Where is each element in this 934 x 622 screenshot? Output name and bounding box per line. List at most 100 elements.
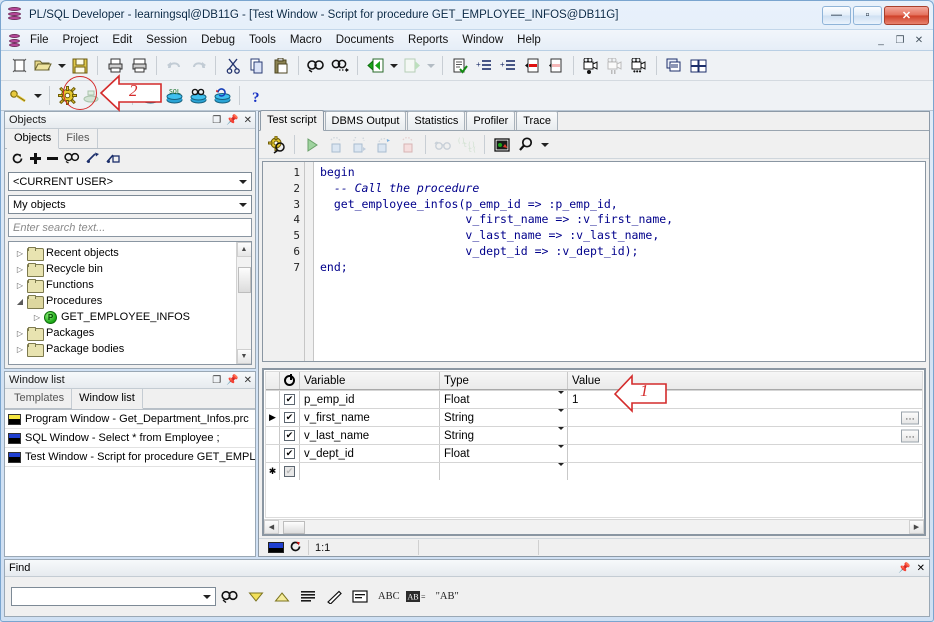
close-button[interactable]: ✕ xyxy=(884,5,929,25)
scroll-left-icon[interactable]: ◀ xyxy=(264,520,279,534)
expander-icon[interactable]: ◢ xyxy=(13,297,27,306)
menu-item-documents[interactable]: Documents xyxy=(329,32,401,48)
cell-value[interactable]: 1 xyxy=(568,391,922,408)
pin-icon[interactable]: 📌 xyxy=(898,563,910,574)
variables-grid[interactable]: Variable Type Value p_emp_id Float xyxy=(262,368,926,536)
row-enabled-checkbox[interactable] xyxy=(280,463,300,480)
tab-dbms-output[interactable]: DBMS Output xyxy=(324,111,407,130)
find-object-icon[interactable] xyxy=(64,152,80,167)
match-case-icon[interactable]: ABC xyxy=(374,586,404,608)
menu-item-edit[interactable]: Edit xyxy=(105,32,139,48)
run-icon[interactable] xyxy=(300,133,324,157)
indent-icon[interactable]: + xyxy=(472,54,496,78)
chevron-down-icon[interactable] xyxy=(557,427,565,442)
breakpoint-margin[interactable] xyxy=(305,162,314,361)
tree-node-get-employee-infos[interactable]: ▷ P GET_EMPLOYEE_INFOS xyxy=(13,309,251,325)
scroll-down-icon[interactable]: ▼ xyxy=(236,349,251,364)
row-enabled-checkbox[interactable] xyxy=(280,391,300,408)
scrollbar-thumb[interactable] xyxy=(283,520,305,534)
expander-icon[interactable]: ▷ xyxy=(13,265,27,274)
cell-value[interactable]: … xyxy=(568,409,922,426)
open-icon[interactable] xyxy=(31,54,55,78)
filter-icon[interactable] xyxy=(86,152,100,167)
code-editor[interactable]: 1 2 3 4 5 6 7 begin -- Call the procedur… xyxy=(262,161,926,362)
code-text-area[interactable]: begin -- Call the procedure get_employee… xyxy=(314,162,925,361)
logon-key-icon[interactable] xyxy=(7,84,31,108)
scrollbar-thumb[interactable] xyxy=(237,267,251,293)
lock-filter-icon[interactable] xyxy=(106,152,120,167)
syntax-check-icon[interactable] xyxy=(448,54,472,78)
pin-icon[interactable]: 📌 xyxy=(226,115,238,126)
expander-icon[interactable]: ▷ xyxy=(13,345,27,354)
tree-node-recent-objects[interactable]: ▷ Recent objects xyxy=(13,245,251,261)
record-macro-icon[interactable] xyxy=(579,54,603,78)
object-scope-select[interactable]: My objects xyxy=(8,195,252,214)
cell-value[interactable]: … xyxy=(568,427,922,444)
tile-windows-icon[interactable] xyxy=(686,54,710,78)
help-question-icon[interactable]: ? xyxy=(245,84,269,108)
explain-plan-icon[interactable] xyxy=(186,84,210,108)
menu-item-project[interactable]: Project xyxy=(56,32,106,48)
cell-value[interactable] xyxy=(568,445,922,462)
new-window-icon[interactable] xyxy=(7,54,31,78)
maximize-icon[interactable]: ❐ xyxy=(212,375,221,386)
pin-icon[interactable]: 📌 xyxy=(226,375,238,386)
table-row-new[interactable]: ✱ xyxy=(266,462,922,480)
previous-window-icon[interactable] xyxy=(363,54,387,78)
list-item[interactable]: Program Window - Get_Department_Infos.pr… xyxy=(5,410,255,429)
highlight-all-icon[interactable] xyxy=(296,586,320,608)
tab-trace[interactable]: Trace xyxy=(516,111,558,130)
row-enabled-checkbox[interactable] xyxy=(280,427,300,444)
commit-icon[interactable] xyxy=(138,84,162,108)
mdi-restore-button[interactable]: ❐ xyxy=(892,33,908,47)
chevron-down-icon[interactable] xyxy=(199,594,215,599)
expand-all-icon[interactable] xyxy=(30,152,41,167)
mdi-minimize-button[interactable]: _ xyxy=(873,33,889,47)
logon-dropdown-caret[interactable] xyxy=(31,84,44,108)
cell-variable[interactable]: v_last_name xyxy=(300,427,440,444)
chevron-down-icon[interactable] xyxy=(557,409,565,424)
cell-variable[interactable] xyxy=(300,463,440,480)
tab-profiler[interactable]: Profiler xyxy=(466,111,516,130)
table-row[interactable]: v_last_name String … xyxy=(266,426,922,444)
print-icon[interactable] xyxy=(103,54,127,78)
print-preview-icon[interactable] xyxy=(127,54,151,78)
cell-type[interactable]: String xyxy=(440,409,568,426)
copy-icon[interactable] xyxy=(245,54,269,78)
objects-tree-scrollbar[interactable]: ▲ ▼ xyxy=(236,242,251,364)
tree-node-functions[interactable]: ▷ Functions xyxy=(13,277,251,293)
tab-window-list[interactable]: Window list xyxy=(72,389,143,409)
minimize-button[interactable]: — xyxy=(822,5,851,25)
menu-item-debug[interactable]: Debug xyxy=(194,32,242,48)
value-editor-ellipsis-button[interactable]: … xyxy=(901,411,919,424)
whole-word-icon[interactable]: "AB" xyxy=(432,586,463,608)
paste-icon[interactable] xyxy=(269,54,293,78)
find-input[interactable] xyxy=(11,587,216,606)
menu-item-tools[interactable]: Tools xyxy=(242,32,283,48)
expander-icon[interactable]: ▷ xyxy=(13,281,27,290)
table-row[interactable]: p_emp_id Float 1 xyxy=(266,390,922,408)
list-item[interactable]: Test Window - Script for procedure GET_E… xyxy=(5,448,255,467)
outdent-icon[interactable]: + xyxy=(496,54,520,78)
uncomment-icon[interactable] xyxy=(544,54,568,78)
close-icon[interactable]: ✕ xyxy=(917,563,925,574)
cell-variable[interactable]: v_first_name xyxy=(300,409,440,426)
refresh-icon[interactable] xyxy=(11,152,24,168)
cell-value[interactable] xyxy=(568,463,922,480)
tree-node-package-bodies[interactable]: ▷ Package bodies xyxy=(13,341,251,357)
menu-item-help[interactable]: Help xyxy=(510,32,548,48)
tab-test-script[interactable]: Test script xyxy=(260,110,324,131)
tab-files[interactable]: Files xyxy=(59,129,98,148)
find-next-down-icon[interactable] xyxy=(244,586,268,608)
find-next-icon[interactable] xyxy=(328,54,352,78)
expander-icon[interactable]: ▷ xyxy=(30,313,44,322)
previous-dropdown-caret[interactable] xyxy=(387,54,400,78)
clear-highlight-icon[interactable] xyxy=(322,586,346,608)
scroll-up-icon[interactable]: ▲ xyxy=(236,242,251,257)
close-icon[interactable]: ✕ xyxy=(244,115,252,126)
start-debugger-icon[interactable] xyxy=(265,133,289,157)
expander-icon[interactable]: ▷ xyxy=(13,329,27,338)
expander-icon[interactable]: ▷ xyxy=(13,249,27,258)
view-object-icon[interactable] xyxy=(490,133,514,157)
cell-variable[interactable]: p_emp_id xyxy=(300,391,440,408)
